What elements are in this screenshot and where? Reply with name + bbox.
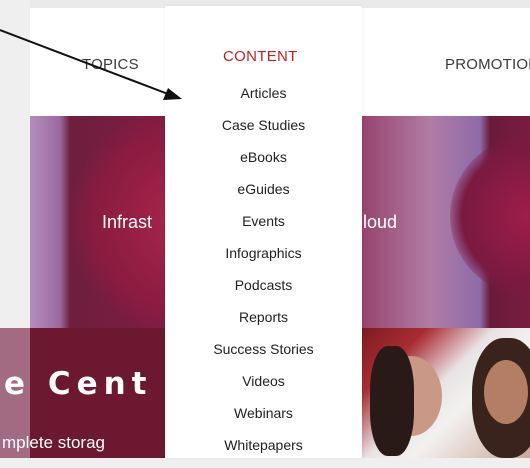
menu-item-videos[interactable]: Videos <box>165 372 362 404</box>
menu-item-infographics[interactable]: Infographics <box>165 244 362 276</box>
hero-text-left: Infrast <box>102 212 153 232</box>
nav-content[interactable]: CONTENT <box>223 48 298 65</box>
menu-item-events[interactable]: Events <box>165 212 362 244</box>
lower-promo-image <box>362 328 530 458</box>
nav-promotions[interactable]: PROMOTIONS <box>445 56 530 73</box>
menu-item-success-stories[interactable]: Success Stories <box>165 340 362 372</box>
menu-item-whitepapers[interactable]: Whitepapers <box>165 436 362 468</box>
menu-item-eguides[interactable]: eGuides <box>165 180 362 212</box>
hero-text-right: loud <box>363 212 398 232</box>
content-menu-list: Articles Case Studies eBooks eGuides Eve… <box>165 84 362 468</box>
menu-item-ebooks[interactable]: eBooks <box>165 148 362 180</box>
menu-item-webinars[interactable]: Webinars <box>165 404 362 436</box>
menu-item-podcasts[interactable]: Podcasts <box>165 276 362 308</box>
menu-item-case-studies[interactable]: Case Studies <box>165 116 362 148</box>
hero-decor-circle <box>450 136 530 296</box>
nav-topics[interactable]: TOPICS <box>82 56 139 73</box>
promo-title: e Cent <box>4 366 153 402</box>
photo-hair <box>370 346 414 456</box>
menu-item-articles[interactable]: Articles <box>165 84 362 116</box>
promo-subtitle: mplete storag <box>2 433 105 452</box>
menu-item-reports[interactable]: Reports <box>165 308 362 340</box>
content-dropdown-menu: CONTENT Articles Case Studies eBooks eGu… <box>165 6 362 458</box>
photo-face <box>484 360 528 424</box>
